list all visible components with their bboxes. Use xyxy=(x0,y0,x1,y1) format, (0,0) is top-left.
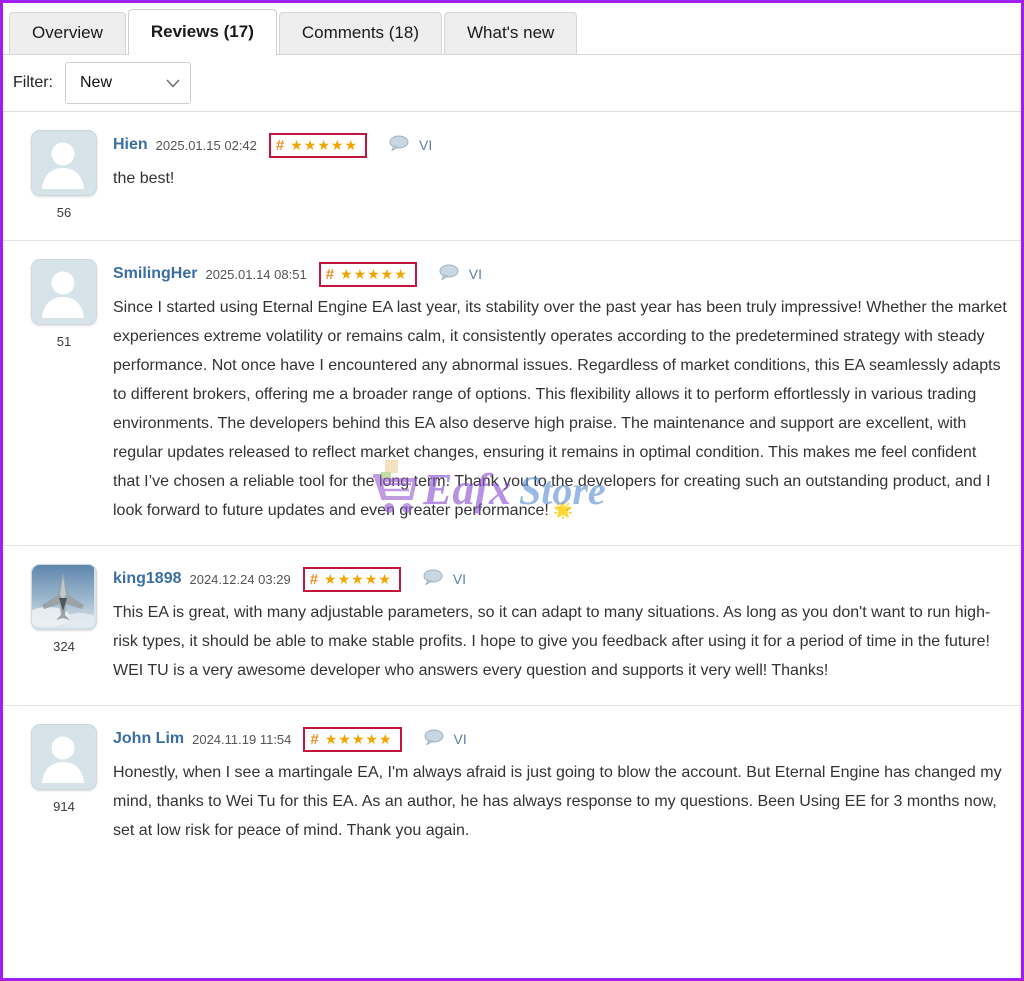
review-meta: John Lim 2024.11.19 11:54 # ★★★★★ VI xyxy=(113,724,1007,754)
language-label[interactable]: VI xyxy=(469,266,482,282)
speech-bubble-icon xyxy=(439,264,459,285)
review-text: Since I started using Eternal Engine EA … xyxy=(113,299,1012,519)
avatar-placeholder-icon xyxy=(32,725,96,787)
review-text: the best! xyxy=(113,170,175,187)
review-item: 51 SmilingHer 2025.01.14 08:51 # ★★★★★ VI Sinc… xyxy=(3,241,1021,546)
avatar-count: 56 xyxy=(56,205,72,220)
tab-overview[interactable]: Overview xyxy=(9,12,126,54)
tab-comments[interactable]: Comments (18) xyxy=(278,12,442,54)
tab-strip: Overview Reviews (17) Comments (18) What… xyxy=(3,3,1021,55)
review-item: 914 John Lim 2024.11.19 11:54 # ★★★★★ VI Hones… xyxy=(3,706,1021,865)
review-meta: SmilingHer 2025.01.14 08:51 # ★★★★★ VI xyxy=(113,259,1007,289)
comment-bubble-button[interactable]: VI xyxy=(423,569,466,590)
filter-selected-value: New xyxy=(80,74,113,91)
review-username[interactable]: Hien xyxy=(113,136,148,154)
review-list: 56 Hien 2025.01.15 02:42 # ★★★★★ VI the best! 5… xyxy=(3,112,1021,865)
review-timestamp: 2024.11.19 11:54 xyxy=(192,731,292,747)
speech-bubble-icon xyxy=(389,135,409,156)
comment-bubble-button[interactable]: VI xyxy=(439,264,482,285)
hash-icon: # xyxy=(275,136,285,154)
speech-bubble-icon xyxy=(423,569,443,590)
filter-select[interactable]: New xyxy=(65,62,191,104)
review-item: 324 king1898 2024.12.24 03:29 # ★★★★★ VI This … xyxy=(3,546,1021,706)
avatar-column: 51 xyxy=(21,259,107,525)
review-body: John Lim 2024.11.19 11:54 # ★★★★★ VI Honestly… xyxy=(107,724,1007,845)
avatar-count: 51 xyxy=(56,334,72,349)
review-body: king1898 2024.12.24 03:29 # ★★★★★ VI This EA … xyxy=(107,564,1007,685)
comment-bubble-button[interactable]: VI xyxy=(389,135,432,156)
avatar-count: 324 xyxy=(53,639,75,654)
tab-reviews[interactable]: Reviews (17) xyxy=(127,9,277,55)
review-text: Honestly, when I see a martingale EA, I'… xyxy=(113,764,1007,839)
filter-row: Filter: New xyxy=(3,55,1021,112)
avatar-column: 56 xyxy=(21,130,107,220)
language-label[interactable]: VI xyxy=(419,137,432,153)
language-label[interactable]: VI xyxy=(454,731,467,747)
language-label[interactable]: VI xyxy=(453,571,466,587)
tab-whats-new[interactable]: What's new xyxy=(444,12,578,54)
star-rating: ★★★★★ xyxy=(290,137,358,153)
avatar-count: 914 xyxy=(53,799,75,814)
review-username[interactable]: John Lim xyxy=(113,730,184,748)
hash-icon: # xyxy=(325,265,335,283)
avatar[interactable] xyxy=(31,259,97,325)
star-rating: ★★★★★ xyxy=(324,731,393,747)
rating-badge[interactable]: # ★★★★★ xyxy=(302,566,401,592)
review-timestamp: 2025.01.14 08:51 xyxy=(205,266,307,282)
review-text: This EA is great, with many adjustable p… xyxy=(113,604,995,679)
avatar-placeholder-icon xyxy=(32,260,96,322)
page-frame: Overview Reviews (17) Comments (18) What… xyxy=(0,0,1024,981)
avatar-placeholder-icon xyxy=(32,131,96,193)
filter-label: Filter: xyxy=(13,74,53,91)
star-rating: ★★★★★ xyxy=(324,571,392,587)
review-meta: king1898 2024.12.24 03:29 # ★★★★★ VI xyxy=(113,564,1007,594)
rating-badge[interactable]: # ★★★★★ xyxy=(318,261,417,287)
rating-badge[interactable]: # ★★★★★ xyxy=(303,726,402,752)
review-body: SmilingHer 2025.01.14 08:51 # ★★★★★ VI Since … xyxy=(107,259,1007,525)
review-meta: Hien 2025.01.15 02:42 # ★★★★★ VI xyxy=(113,130,1007,160)
review-username[interactable]: king1898 xyxy=(113,570,181,588)
star-rating: ★★★★★ xyxy=(340,266,408,282)
avatar[interactable] xyxy=(31,130,97,196)
review-username[interactable]: SmilingHer xyxy=(113,265,197,283)
avatar-column: 324 xyxy=(21,564,107,685)
avatar[interactable] xyxy=(31,724,97,790)
review-timestamp: 2024.12.24 03:29 xyxy=(189,571,291,587)
avatar-column: 914 xyxy=(21,724,107,845)
speech-bubble-icon xyxy=(424,729,444,750)
avatar-image xyxy=(32,565,96,627)
rating-badge[interactable]: # ★★★★★ xyxy=(268,132,367,158)
review-timestamp: 2025.01.15 02:42 xyxy=(155,137,257,153)
comment-bubble-button[interactable]: VI xyxy=(424,729,467,750)
chevron-down-icon xyxy=(166,79,180,88)
hash-icon: # xyxy=(310,730,319,748)
avatar[interactable] xyxy=(31,564,97,630)
hash-icon: # xyxy=(309,570,319,588)
review-item: 56 Hien 2025.01.15 02:42 # ★★★★★ VI the best! xyxy=(3,112,1021,241)
review-body: Hien 2025.01.15 02:42 # ★★★★★ VI the best! xyxy=(107,130,1007,220)
